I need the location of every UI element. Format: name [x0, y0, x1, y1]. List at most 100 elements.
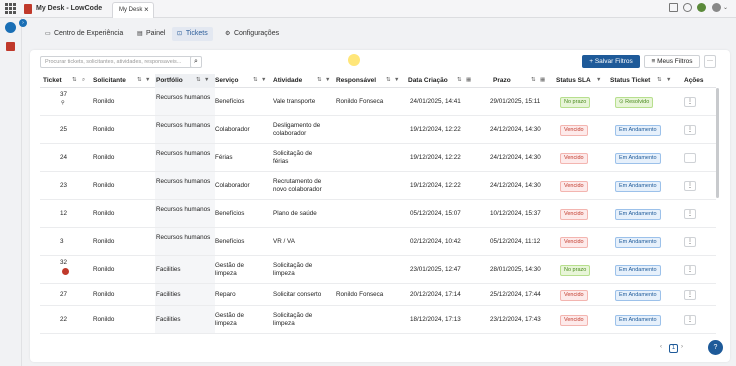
- sort-icon[interactable]: ⇅: [457, 77, 462, 83]
- more-options-button[interactable]: ···: [704, 55, 716, 68]
- column-header[interactable]: Atividade: [273, 77, 302, 84]
- requester: Ronildo: [93, 154, 115, 161]
- filter-icon[interactable]: ▼: [204, 77, 209, 83]
- row-actions-button[interactable]: ⋮: [684, 265, 696, 275]
- filter-icon[interactable]: ▼: [325, 77, 330, 83]
- row-actions-button[interactable]: ⋮: [684, 181, 696, 191]
- filter-icon[interactable]: ▼: [145, 77, 150, 83]
- table-row[interactable]: 12 Ronildo Recursos humanos Benefícios P…: [40, 200, 716, 228]
- search-icon[interactable]: ⌕: [190, 56, 202, 68]
- row-actions-button[interactable]: [684, 153, 696, 163]
- top-bar: My Desk - LowCode My Desk × ⌄: [0, 0, 736, 18]
- filter-icon[interactable]: ▼: [666, 77, 671, 83]
- column-header: Ações: [684, 77, 704, 84]
- sort-icon[interactable]: ⇅: [386, 77, 391, 83]
- service: Férias: [215, 154, 233, 161]
- filter-icon[interactable]: ▼: [261, 77, 266, 83]
- next-page-button[interactable]: ›: [681, 344, 683, 350]
- assignee: Ronildo Fonseca: [336, 98, 384, 105]
- row-actions-button[interactable]: ⋮: [684, 209, 696, 219]
- column-header[interactable]: Prazo: [493, 77, 511, 84]
- sort-icon[interactable]: ⇅: [531, 77, 536, 83]
- save-filters-button[interactable]: + Salvar Filtros: [582, 55, 640, 68]
- column-header[interactable]: Ticket: [43, 77, 62, 84]
- ticket-status-badge: Em Andamento: [615, 237, 661, 248]
- table-row[interactable]: 25 Ronildo Recursos humanos Colaborador …: [40, 116, 716, 144]
- requester: Ronildo: [93, 266, 115, 273]
- row-actions-button[interactable]: ⋮: [684, 290, 696, 300]
- tab-tickets[interactable]: ⊡ Tickets: [172, 27, 213, 41]
- table-row[interactable]: 27 Ronildo Facilities Reparo Solicitar c…: [40, 284, 716, 306]
- sort-icon[interactable]: ⇅: [317, 77, 322, 83]
- created-date: 19/12/2024, 12:22: [410, 154, 461, 161]
- column-header[interactable]: Data Criação: [408, 77, 448, 84]
- ticket-id: 12: [60, 210, 68, 217]
- search-icon[interactable]: ⌕: [82, 77, 85, 84]
- ticket-id: 25: [60, 126, 68, 133]
- activity: Solicitação de limpeza: [273, 312, 313, 327]
- table-row[interactable]: 24 Ronildo Recursos humanos Férias Solic…: [40, 144, 716, 172]
- refresh-icon[interactable]: [683, 3, 692, 12]
- row-actions-button[interactable]: ⋮: [684, 97, 696, 107]
- tab-label: Tickets: [185, 30, 208, 37]
- table-scrollbar[interactable]: [716, 88, 719, 198]
- calendar-icon[interactable]: ▦: [540, 77, 545, 83]
- sort-icon[interactable]: ⇅: [72, 77, 77, 83]
- table-row[interactable]: 37 ⚲ Ronildo Recursos humanos Benefícios…: [40, 88, 716, 116]
- requester: Ronildo: [93, 210, 115, 217]
- row-actions-button[interactable]: ⋮: [684, 315, 696, 325]
- help-chat-icon[interactable]: ?: [708, 340, 723, 355]
- table-row[interactable]: 32 Ronildo Facilities Gestão de limpeza …: [40, 256, 716, 284]
- portfolio: Recursos humanos: [156, 234, 211, 241]
- app-grid-icon[interactable]: [5, 3, 16, 14]
- column-header[interactable]: Portfólio: [156, 77, 183, 84]
- prev-page-button[interactable]: ‹: [660, 344, 662, 350]
- column-header[interactable]: Status Ticket: [610, 77, 650, 84]
- user-avatar[interactable]: [712, 3, 721, 12]
- sort-icon[interactable]: ⇅: [196, 77, 201, 83]
- sort-icon[interactable]: ⇅: [137, 77, 142, 83]
- profile-icon[interactable]: [5, 22, 16, 33]
- tab-painel[interactable]: ▤ Painel: [132, 27, 170, 41]
- search-input[interactable]: Procurar tickets, solicitantes, atividad…: [40, 56, 200, 68]
- sort-icon[interactable]: ⇅: [253, 77, 258, 83]
- column-header[interactable]: Solicitante: [93, 77, 126, 84]
- home-icon[interactable]: [669, 3, 678, 12]
- expand-rail-icon[interactable]: ›: [19, 19, 27, 27]
- tab-centro-experiencia[interactable]: ▭ Centro de Experiência: [40, 27, 128, 41]
- table-row[interactable]: 22 Ronildo Facilities Gestão de limpeza …: [40, 306, 716, 334]
- filter-icon[interactable]: ▼: [596, 77, 601, 83]
- table-header: Ticket ⇅ ⌕ Solicitante ⇅ ▼ Portfólio ⇅ ▼…: [40, 74, 716, 88]
- activity: Desligamento de colaborador: [273, 122, 321, 137]
- column-header[interactable]: Status SLA: [556, 77, 591, 84]
- activity: Solicitação de limpeza: [273, 262, 313, 277]
- table-row[interactable]: 3 Ronildo Recursos humanos Benefícios VR…: [40, 228, 716, 256]
- row-actions-button[interactable]: ⋮: [684, 237, 696, 247]
- close-icon[interactable]: ×: [144, 5, 149, 14]
- tab-my-desk[interactable]: My Desk ×: [112, 2, 154, 18]
- column-header[interactable]: Serviço: [215, 77, 239, 84]
- ticket-status-badge: Em Andamento: [615, 153, 661, 164]
- sla-status-badge: Vencido: [560, 315, 588, 326]
- filter-icon[interactable]: ▼: [394, 77, 399, 83]
- avatar-secondary-icon[interactable]: [697, 3, 706, 12]
- ticket-id: 24: [60, 154, 68, 161]
- column-header[interactable]: Responsável: [336, 77, 376, 84]
- table-row[interactable]: 23 Ronildo Recursos humanos Colaborador …: [40, 172, 716, 200]
- tab-label: My Desk: [119, 7, 143, 13]
- sort-icon[interactable]: ⇅: [657, 77, 662, 83]
- chevron-down-icon[interactable]: ⌄: [723, 4, 728, 11]
- service: Colaborador: [215, 126, 250, 133]
- tab-label: Painel: [145, 30, 166, 37]
- calendar-icon[interactable]: ▦: [466, 77, 471, 83]
- row-actions-button[interactable]: ⋮: [684, 125, 696, 135]
- requester: Ronildo: [93, 182, 115, 189]
- sla-status-badge: Vencido: [560, 209, 588, 220]
- page-number[interactable]: 1: [669, 344, 678, 353]
- activity: Plano de saúde: [273, 210, 317, 217]
- my-filters-button[interactable]: ≡ Meus Filtros: [644, 55, 700, 68]
- app-logo-icon: [24, 4, 32, 14]
- tab-configuracoes[interactable]: ⚙ Configurações: [220, 27, 284, 41]
- ticket-icon: ⊡: [177, 31, 183, 37]
- app-shortcut-icon[interactable]: [6, 42, 15, 51]
